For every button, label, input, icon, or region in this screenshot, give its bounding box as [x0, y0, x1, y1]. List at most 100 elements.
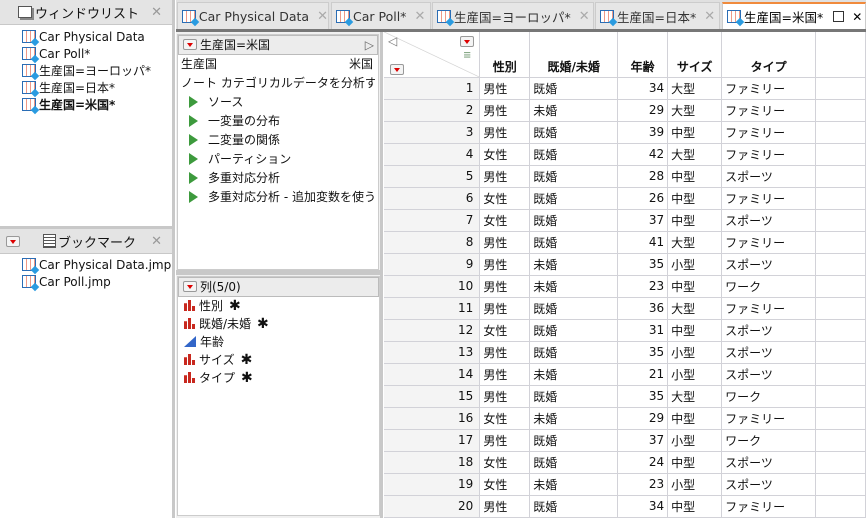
- cell[interactable]: 既婚: [529, 385, 619, 408]
- run-script-icon[interactable]: [189, 191, 198, 203]
- run-script-icon[interactable]: [189, 172, 198, 184]
- table-row[interactable]: 20 男性 既婚 34 中型 ファミリー: [384, 495, 866, 518]
- close-icon[interactable]: ✕: [704, 9, 715, 24]
- cell[interactable]: 男性: [479, 275, 531, 298]
- table-row[interactable]: 1 男性 既婚 34 大型 ファミリー: [384, 77, 866, 100]
- row-number[interactable]: 10: [384, 275, 481, 298]
- cell[interactable]: 小型: [667, 341, 723, 364]
- cell[interactable]: ワーク: [721, 275, 817, 298]
- row-number[interactable]: 15: [384, 385, 481, 408]
- cell[interactable]: 35: [617, 341, 669, 364]
- window-list-item[interactable]: Car Poll*: [0, 46, 172, 63]
- row-number[interactable]: 8: [384, 231, 481, 254]
- column-item[interactable]: タイプ ✱: [178, 369, 379, 387]
- cell[interactable]: ファミリー: [721, 121, 817, 144]
- cell[interactable]: ファミリー: [721, 495, 817, 518]
- row-number[interactable]: 9: [384, 253, 481, 276]
- cell[interactable]: 42: [617, 143, 669, 166]
- cell[interactable]: 未婚: [529, 253, 619, 276]
- cell[interactable]: ファミリー: [721, 407, 817, 430]
- row-number[interactable]: 19: [384, 473, 481, 496]
- rows-menu-button[interactable]: [390, 63, 404, 75]
- table-row[interactable]: 7 女性 既婚 37 中型 スポーツ: [384, 209, 866, 232]
- cell[interactable]: 23: [617, 473, 669, 496]
- maximize-icon[interactable]: [833, 11, 845, 22]
- table-row[interactable]: 3 男性 既婚 39 中型 ファミリー: [384, 121, 866, 144]
- row-number[interactable]: 11: [384, 297, 481, 320]
- cell[interactable]: 男性: [479, 297, 531, 320]
- cell[interactable]: 中型: [667, 407, 723, 430]
- columns-menu-icon[interactable]: ≡: [463, 50, 471, 61]
- row-number[interactable]: 3: [384, 121, 481, 144]
- cell[interactable]: 男性: [479, 429, 531, 452]
- cell[interactable]: 中型: [667, 495, 723, 518]
- bookmarks-menu-button[interactable]: [6, 235, 20, 247]
- cell[interactable]: スポーツ: [721, 209, 817, 232]
- table-script[interactable]: パーティション: [181, 150, 375, 169]
- cell[interactable]: ワーク: [721, 429, 817, 452]
- cell[interactable]: 大型: [667, 99, 723, 122]
- table-row[interactable]: 14 男性 未婚 21 小型 スポーツ: [384, 363, 866, 386]
- close-icon[interactable]: ✕: [579, 9, 590, 24]
- cell[interactable]: 中型: [667, 451, 723, 474]
- tab-4[interactable]: 生産国=米国* ✕: [722, 2, 866, 29]
- cell[interactable]: 既婚: [529, 297, 619, 320]
- row-number[interactable]: 13: [384, 341, 481, 364]
- table-script[interactable]: 多重対応分析: [181, 169, 375, 188]
- cell[interactable]: 男性: [479, 165, 531, 188]
- cell[interactable]: 女性: [479, 451, 531, 474]
- row-number[interactable]: 7: [384, 209, 481, 232]
- cell[interactable]: 大型: [667, 297, 723, 320]
- table-script[interactable]: 多重対応分析 - 追加変数を使う: [181, 188, 376, 207]
- row-number[interactable]: 1: [384, 77, 481, 100]
- column-item[interactable]: 既婚/未婚 ✱: [178, 315, 379, 333]
- cell[interactable]: 29: [617, 407, 669, 430]
- row-number[interactable]: 6: [384, 187, 481, 210]
- table-row[interactable]: 5 男性 既婚 28 中型 スポーツ: [384, 165, 866, 188]
- table-row[interactable]: 17 男性 既婚 37 小型 ワーク: [384, 429, 866, 452]
- cell[interactable]: 女性: [479, 209, 531, 232]
- cell[interactable]: 35: [617, 385, 669, 408]
- cell[interactable]: 26: [617, 187, 669, 210]
- bookmark-item[interactable]: Car Physical Data.jmp: [0, 257, 171, 274]
- row-number[interactable]: 12: [384, 319, 481, 342]
- window-list-item[interactable]: 生産国=日本*: [0, 80, 172, 97]
- cell[interactable]: 女性: [479, 143, 531, 166]
- close-icon[interactable]: ✕: [151, 5, 162, 20]
- cell[interactable]: 男性: [479, 385, 531, 408]
- column-header[interactable]: 既婚/未婚: [529, 32, 619, 78]
- cell[interactable]: 女性: [479, 319, 531, 342]
- cell[interactable]: 男性: [479, 495, 531, 518]
- table-row[interactable]: 12 女性 既婚 31 中型 スポーツ: [384, 319, 866, 342]
- cell[interactable]: 37: [617, 209, 669, 232]
- rows-collapse-icon[interactable]: ◁: [388, 34, 397, 48]
- column-item[interactable]: サイズ ✱: [178, 351, 379, 369]
- cell[interactable]: 男性: [479, 253, 531, 276]
- window-list-item[interactable]: 生産国=ヨーロッパ*: [0, 63, 172, 80]
- cell[interactable]: 未婚: [529, 473, 619, 496]
- cell[interactable]: 24: [617, 451, 669, 474]
- cell[interactable]: 未婚: [529, 363, 619, 386]
- cell[interactable]: ファミリー: [721, 77, 817, 100]
- cell[interactable]: 既婚: [529, 165, 619, 188]
- cell[interactable]: 中型: [667, 165, 723, 188]
- cell[interactable]: 未婚: [529, 275, 619, 298]
- cell[interactable]: 大型: [667, 143, 723, 166]
- table-script[interactable]: ソース: [181, 93, 375, 112]
- cell[interactable]: 大型: [667, 77, 723, 100]
- cell[interactable]: 未婚: [529, 99, 619, 122]
- run-script-icon[interactable]: [189, 115, 198, 127]
- run-script-icon[interactable]: [189, 96, 198, 108]
- cell[interactable]: 既婚: [529, 451, 619, 474]
- column-header[interactable]: 性別: [479, 32, 531, 78]
- collapse-icon[interactable]: ▷: [365, 36, 374, 54]
- cell[interactable]: 41: [617, 231, 669, 254]
- columns-panel-header[interactable]: 列(5/0): [178, 277, 379, 297]
- table-row[interactable]: 19 女性 未婚 23 小型 スポーツ: [384, 473, 866, 496]
- row-number[interactable]: 2: [384, 99, 481, 122]
- table-row[interactable]: 6 女性 既婚 26 中型 ファミリー: [384, 187, 866, 210]
- column-item[interactable]: 年齢: [178, 333, 379, 351]
- window-list-item[interactable]: Car Physical Data: [0, 29, 172, 46]
- row-number[interactable]: 17: [384, 429, 481, 452]
- close-icon[interactable]: ✕: [852, 10, 862, 24]
